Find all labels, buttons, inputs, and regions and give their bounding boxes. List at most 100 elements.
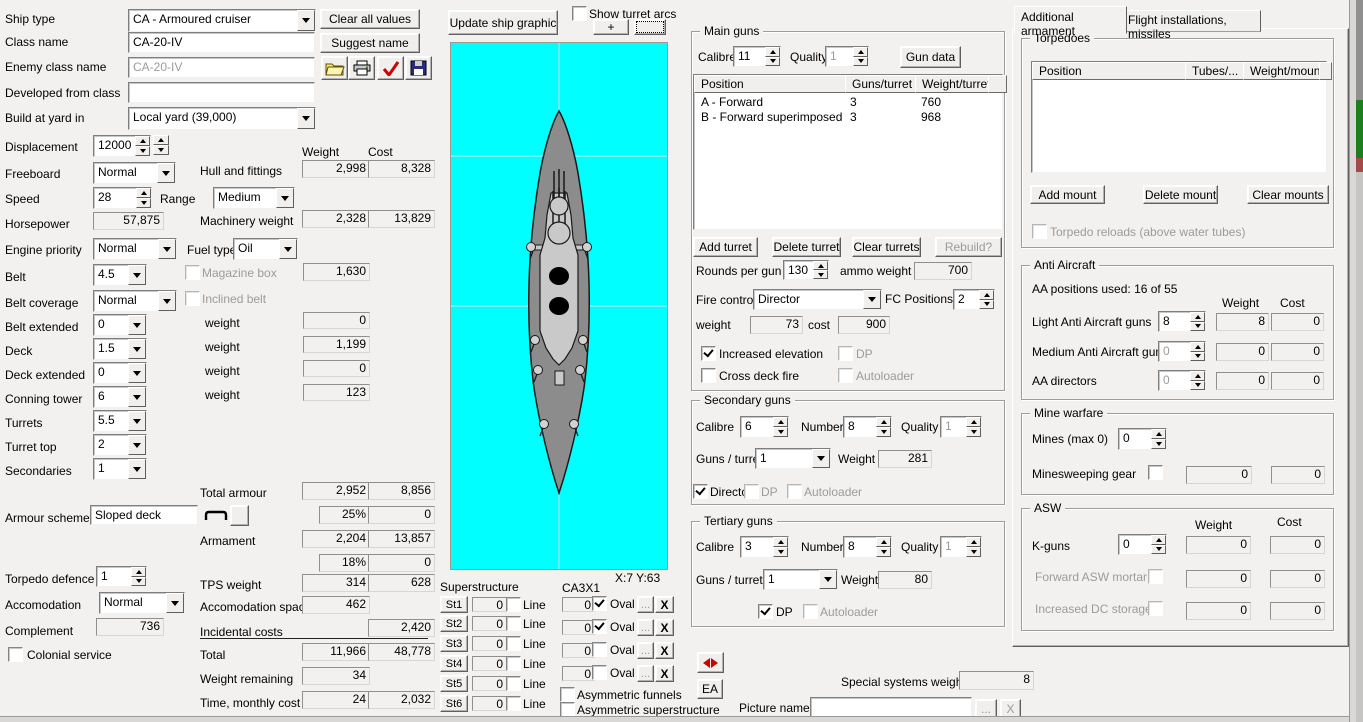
chevron-down-icon[interactable] <box>128 459 146 479</box>
turret-col-guns[interactable]: Guns/turret <box>845 75 922 93</box>
colonial-service-checkbox[interactable] <box>8 647 23 662</box>
st2-button[interactable]: St2 <box>440 615 468 632</box>
medium-aa-stepper[interactable]: 0 <box>1158 341 1206 362</box>
fuel-type-select[interactable]: Oil <box>233 238 298 260</box>
up-arrow-icon[interactable] <box>1151 535 1166 545</box>
range-select[interactable]: Medium <box>213 187 295 209</box>
st2-line-checkbox[interactable] <box>506 616 521 631</box>
belt-coverage-select[interactable]: Normal <box>93 290 177 312</box>
up-arrow-icon[interactable] <box>1190 312 1205 322</box>
suggest-name-button[interactable]: Suggest name <box>320 33 420 53</box>
engine-priority-select[interactable]: Normal <box>93 238 177 260</box>
torpedo-col-tubes[interactable]: Tubes/... <box>1185 62 1250 80</box>
chevron-down-icon[interactable] <box>863 290 881 309</box>
torpedo-defence-stepper[interactable]: 1 <box>96 566 147 587</box>
zoom-out-button[interactable] <box>634 19 666 35</box>
down-arrow-icon[interactable] <box>135 146 150 156</box>
up-arrow-icon[interactable] <box>765 47 780 57</box>
up-arrow-icon[interactable] <box>876 417 891 427</box>
verify-button[interactable] <box>377 56 404 80</box>
class-name-input[interactable]: CA-20-IV <box>128 32 315 53</box>
sg-number-stepper[interactable]: 8 <box>843 416 892 438</box>
funnel2-remove-button[interactable]: X <box>655 619 674 636</box>
torpedo-col-weight[interactable]: Weight/mount <box>1243 62 1326 80</box>
up-arrow-icon[interactable] <box>853 47 868 57</box>
st1-button[interactable]: St1 <box>440 596 468 613</box>
update-graphic-button[interactable]: Update ship graphic <box>448 10 558 35</box>
st3-button[interactable]: St3 <box>440 635 468 652</box>
ship-type-select[interactable]: CA - Armoured cruiser <box>128 9 316 32</box>
rounds-per-gun-stepper[interactable]: 130 <box>783 260 829 280</box>
up-arrow-icon[interactable] <box>876 537 891 547</box>
up-arrow-icon[interactable] <box>135 136 150 146</box>
clear-turrets-button[interactable]: Clear turrets <box>852 237 921 257</box>
funnel1-remove-button[interactable]: X <box>655 596 674 613</box>
turrets-select[interactable]: 5.5 <box>93 410 147 432</box>
down-arrow-icon[interactable] <box>876 547 891 557</box>
st5-button[interactable]: St5 <box>440 675 468 692</box>
turret-row-position[interactable]: B - Forward superimposed <box>701 111 842 124</box>
mg-quality-stepper[interactable]: 1 <box>825 46 869 67</box>
aa-directors-stepper[interactable]: 0 <box>1158 370 1206 391</box>
down-arrow-icon[interactable] <box>1190 352 1205 362</box>
nav-arrows-button[interactable] <box>697 652 724 673</box>
chevron-down-icon[interactable] <box>276 188 294 208</box>
chevron-down-icon[interactable] <box>279 239 297 259</box>
down-arrow-icon[interactable] <box>131 577 146 587</box>
deck-select[interactable]: 1.5 <box>93 338 147 360</box>
chevron-down-icon[interactable] <box>157 163 175 183</box>
down-arrow-icon[interactable] <box>966 547 981 557</box>
tg-dp-checkbox[interactable] <box>758 604 773 619</box>
up-arrow-icon[interactable] <box>966 537 981 547</box>
delete-turret-button[interactable]: Delete turret <box>772 237 841 257</box>
up-arrow-icon[interactable] <box>979 290 994 300</box>
armour-scheme-picker-button[interactable] <box>230 505 249 526</box>
ea-button[interactable]: EA <box>697 679 723 699</box>
developed-from-input[interactable] <box>128 82 315 103</box>
chevron-down-icon[interactable] <box>812 449 830 468</box>
speed-stepper[interactable]: 28 <box>93 187 152 209</box>
turret-top-select[interactable]: 2 <box>93 434 147 456</box>
belt-extended-select[interactable]: 0 <box>93 314 147 336</box>
chevron-down-icon[interactable] <box>819 570 837 589</box>
chevron-down-icon[interactable] <box>128 387 146 407</box>
deck-extended-select[interactable]: 0 <box>93 362 147 384</box>
open-file-button[interactable] <box>321 56 348 80</box>
st3-line-checkbox[interactable] <box>506 636 521 651</box>
tg-number-stepper[interactable]: 8 <box>843 536 892 558</box>
down-arrow-icon[interactable] <box>765 57 780 67</box>
st6-button[interactable]: St6 <box>440 695 468 712</box>
kguns-stepper[interactable]: 0 <box>1118 534 1167 555</box>
torpedo-col-position[interactable]: Position <box>1032 62 1192 80</box>
funnel4-oval-checkbox[interactable] <box>592 665 607 680</box>
up-arrow-icon[interactable] <box>1190 342 1205 352</box>
conning-tower-select[interactable]: 6 <box>93 386 147 408</box>
down-arrow-icon[interactable] <box>153 145 169 155</box>
down-arrow-icon[interactable] <box>979 300 994 310</box>
secondaries-select[interactable]: 1 <box>93 458 147 480</box>
enemy-class-input[interactable]: CA-20-IV <box>128 57 315 78</box>
chevron-down-icon[interactable] <box>128 265 146 285</box>
turret-col-position[interactable]: Position <box>694 75 852 93</box>
down-arrow-icon[interactable] <box>853 57 868 67</box>
turret-col-weight[interactable]: Weight/turret <box>915 75 995 93</box>
up-arrow-icon[interactable] <box>813 261 828 270</box>
st6-line-checkbox[interactable] <box>506 696 521 711</box>
up-arrow-icon[interactable] <box>773 417 788 427</box>
up-arrow-icon[interactable] <box>153 135 169 145</box>
st5-line-checkbox[interactable] <box>506 676 521 691</box>
chevron-down-icon[interactable] <box>158 291 176 311</box>
funnel3-remove-button[interactable]: X <box>655 642 674 659</box>
chevron-down-icon[interactable] <box>158 239 176 259</box>
funnel1-more-button[interactable]: ... <box>637 596 654 613</box>
chevron-down-icon[interactable] <box>297 10 315 31</box>
turret-row-position[interactable]: A - Forward <box>701 96 763 109</box>
delete-mount-button[interactable]: Delete mount <box>1143 185 1218 204</box>
down-arrow-icon[interactable] <box>1151 439 1166 449</box>
down-arrow-icon[interactable] <box>966 427 981 437</box>
down-arrow-icon[interactable] <box>773 547 788 557</box>
tab-additional-armament[interactable]: Additional armament <box>1014 6 1127 34</box>
tg-calibre-stepper[interactable]: 3 <box>740 536 789 558</box>
gun-data-button[interactable]: Gun data <box>900 46 961 68</box>
fire-control-select[interactable]: Director <box>753 289 882 310</box>
